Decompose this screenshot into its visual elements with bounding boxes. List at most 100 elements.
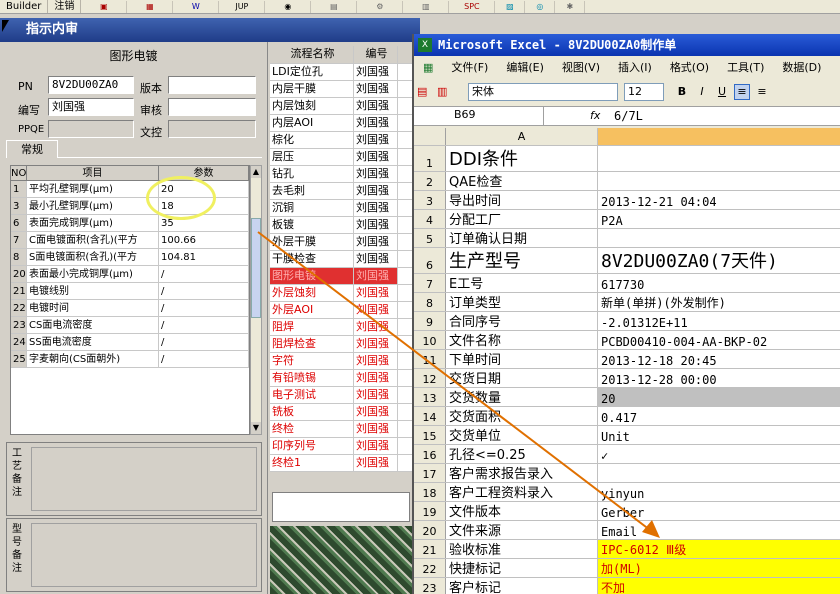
menu-file[interactable]: 文件(F) — [442, 59, 497, 75]
cell-b[interactable] — [598, 172, 840, 190]
cell-b[interactable]: ✓ — [598, 445, 840, 463]
list-item[interactable]: 内层干膜 刘国强 — [270, 81, 412, 98]
row-number[interactable]: 3 — [414, 191, 446, 209]
version-field[interactable] — [168, 76, 256, 94]
cell-b[interactable]: 不加 — [598, 578, 840, 594]
column-a-header[interactable]: A — [446, 128, 598, 145]
italic-icon[interactable]: I — [694, 84, 710, 100]
cell-a[interactable]: 客户工程资料录入 — [446, 483, 598, 501]
bold-icon[interactable]: B — [674, 84, 690, 100]
table-row[interactable]: 6 表面完成铜厚(μm) 35 — [11, 215, 249, 232]
cell-b[interactable] — [598, 146, 840, 171]
row-number[interactable]: 17 — [414, 464, 446, 482]
cell-a[interactable]: 客户需求报告录入 — [446, 464, 598, 482]
row-number[interactable]: 16 — [414, 445, 446, 463]
row-number[interactable]: 21 — [414, 540, 446, 558]
cell-a[interactable]: 订单类型 — [446, 293, 598, 311]
sheet-icon[interactable]: ▦ — [414, 61, 442, 74]
builder-menu[interactable]: Builder — [0, 0, 49, 13]
cell-b[interactable]: -2.01312E+11 — [598, 312, 840, 330]
scroll-up-icon[interactable]: ▲ — [251, 166, 261, 178]
list-item[interactable]: 电子测试 刘国强 — [270, 387, 412, 404]
logout-menu[interactable]: 注销 — [48, 0, 82, 13]
menu-edit[interactable]: 编辑(E) — [497, 59, 553, 75]
cell-a[interactable]: 交货日期 — [446, 369, 598, 387]
row-number[interactable]: 5 — [414, 229, 446, 247]
cell-a[interactable]: QAE检查 — [446, 172, 598, 190]
list-item[interactable]: 阻焊 刘国强 — [270, 319, 412, 336]
list-item[interactable]: 终检1 刘国强 — [270, 455, 412, 472]
table-row[interactable]: 24 SS面电流密度 / — [11, 334, 249, 351]
eye-toolbar-icon[interactable]: ◉ — [265, 0, 312, 13]
corner-cell[interactable] — [414, 128, 446, 145]
list-item[interactable]: 外层干膜 刘国强 — [270, 234, 412, 251]
row-number[interactable]: 18 — [414, 483, 446, 501]
cell-a[interactable]: DDI条件 — [446, 146, 598, 171]
font-size-select[interactable]: 12 — [624, 83, 664, 101]
cell-b[interactable]: 2013-12-18 20:45 — [598, 350, 840, 368]
cell-a[interactable]: 验收标准 — [446, 540, 598, 558]
list-item[interactable]: 层压 刘国强 — [270, 149, 412, 166]
jump-toolbar-button[interactable]: JUP — [219, 0, 266, 13]
list-item[interactable]: 铣板 刘国强 — [270, 404, 412, 421]
tab-general[interactable]: 常规 — [6, 140, 58, 158]
scroll-down-icon[interactable]: ▼ — [251, 422, 261, 434]
cell-a[interactable]: 交货面积 — [446, 407, 598, 425]
list-item[interactable]: 阻焊检查 刘国强 — [270, 336, 412, 353]
process-detail-field[interactable] — [272, 492, 410, 522]
menu-format[interactable]: 格式(O) — [661, 59, 718, 75]
cell-b[interactable]: 0.417 — [598, 407, 840, 425]
list-item[interactable]: 外层AOI 刘国强 — [270, 302, 412, 319]
cell-a[interactable]: 生产型号 — [446, 248, 598, 273]
row-number[interactable]: 14 — [414, 407, 446, 425]
cell-a[interactable]: 下单时间 — [446, 350, 598, 368]
table-row[interactable]: 20 表面最小完成铜厚(μm) / — [11, 266, 249, 283]
settings-toolbar-icon[interactable]: ✱ — [555, 0, 586, 13]
cell-b[interactable] — [598, 464, 840, 482]
row-number[interactable]: 12 — [414, 369, 446, 387]
pn-field[interactable]: 8V2DU00ZA0 — [48, 76, 134, 94]
cell-a[interactable]: E工号 — [446, 274, 598, 292]
cell-b[interactable]: Gerber — [598, 502, 840, 520]
table-row[interactable]: 8 S面电镀面积(含孔)(平方 104.81 — [11, 249, 249, 266]
row-number[interactable]: 11 — [414, 350, 446, 368]
cell-a[interactable]: 文件名称 — [446, 331, 598, 349]
cell-b[interactable]: 8V2DU00ZA0(7天件) — [598, 248, 840, 273]
list-item[interactable]: 内层蚀刻 刘国强 — [270, 98, 412, 115]
cell-a[interactable]: 交货数量 — [446, 388, 598, 406]
ppqe-field[interactable] — [48, 120, 134, 138]
excel-toolbar-icon[interactable]: ▣ — [81, 0, 128, 13]
menu-tools[interactable]: 工具(T) — [718, 59, 773, 75]
formula-input[interactable]: 6/7L — [614, 109, 643, 123]
row-number[interactable]: 20 — [414, 521, 446, 539]
cell-b[interactable]: 新单(单拼)(外发制作) — [598, 293, 840, 311]
list-item[interactable]: 去毛刺 刘国强 — [270, 183, 412, 200]
list-item[interactable]: 有铅喷锡 刘国强 — [270, 370, 412, 387]
list-item[interactable]: 沉铜 刘国强 — [270, 200, 412, 217]
list-item[interactable]: 印序列号 刘国强 — [270, 438, 412, 455]
cell-a[interactable]: 孔径<=0.25 — [446, 445, 598, 463]
column-b-header[interactable] — [598, 128, 840, 145]
grid-scrollbar[interactable]: ▲ ▼ — [250, 165, 262, 435]
list-item[interactable]: 终检 刘国强 — [270, 421, 412, 438]
printer-toolbar-icon[interactable]: ▥ — [403, 0, 450, 13]
row-number[interactable]: 4 — [414, 210, 446, 228]
cell-a[interactable]: 合同序号 — [446, 312, 598, 330]
process-notes-field[interactable] — [31, 447, 257, 511]
row-number[interactable]: 9 — [414, 312, 446, 330]
table-row[interactable]: 22 电镀时间 / — [11, 300, 249, 317]
row-number[interactable]: 10 — [414, 331, 446, 349]
cell-b[interactable]: PCBD00410-004-AA-BKP-02 — [598, 331, 840, 349]
list-item[interactable]: LDI定位孔 刘国强 — [270, 64, 412, 81]
cell-a[interactable]: 客户标记 — [446, 578, 598, 594]
align-center-icon[interactable]: ≡ — [754, 84, 770, 100]
word-toolbar-icon[interactable]: W — [173, 0, 220, 13]
list-item[interactable]: 外层蚀刻 刘国强 — [270, 285, 412, 302]
spc-toolbar-button[interactable]: SPC — [449, 0, 496, 13]
align-left-icon[interactable]: ≡ — [734, 84, 750, 100]
table-row[interactable]: 21 电镀线别 / — [11, 283, 249, 300]
cell-a[interactable]: 交货单位 — [446, 426, 598, 444]
cell-b[interactable]: 加(ML) — [598, 559, 840, 577]
list-item[interactable]: 棕化 刘国强 — [270, 132, 412, 149]
cell-b[interactable]: P2A — [598, 210, 840, 228]
